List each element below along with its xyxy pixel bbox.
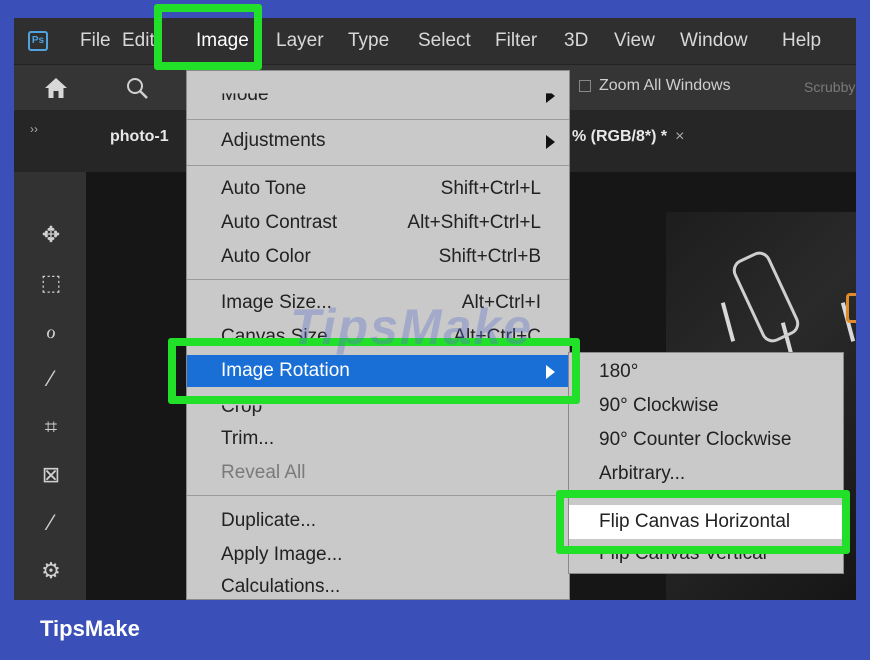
menu-window[interactable]: Window xyxy=(680,18,748,64)
zoom-all-windows-checkbox[interactable]: Zoom All Windows xyxy=(579,77,731,95)
home-icon[interactable] xyxy=(44,77,68,99)
scrubby-zoom-checkbox[interactable]: Scrubby xyxy=(804,79,855,95)
menu-edit[interactable]: Edit xyxy=(122,18,156,64)
menu-item-reveal-all-label: Reveal All xyxy=(221,462,306,483)
shortcut-auto-tone: Shift+Ctrl+L xyxy=(440,178,541,199)
submenu-item-180[interactable]: 180° xyxy=(569,355,843,389)
submenu-item-arbitrary[interactable]: Arbitrary... xyxy=(569,457,843,491)
menu-divider xyxy=(187,119,569,120)
menu-item-apply-image[interactable]: Apply Image... xyxy=(187,539,569,571)
submenu-arrow-icon xyxy=(546,135,555,149)
watermark-text: TipsMake xyxy=(290,299,533,355)
menu-item-auto-contrast-label: Auto Contrast xyxy=(221,212,338,233)
menu-item-trim[interactable]: Trim... xyxy=(187,423,569,455)
footer-brand-label: TipsMake xyxy=(40,616,140,641)
menu-item-calculations[interactable]: Calculations... xyxy=(187,571,569,599)
menu-divider xyxy=(187,279,569,280)
photo-car-orange xyxy=(846,293,856,323)
menu-divider xyxy=(187,495,569,496)
checkbox-icon xyxy=(579,80,591,92)
menu-type[interactable]: Type xyxy=(348,18,389,64)
menu-filter[interactable]: Filter xyxy=(495,18,537,64)
submenu-item-90-clockwise[interactable]: 90° Clockwise xyxy=(569,389,843,423)
tab-close-icon[interactable]: × xyxy=(675,128,684,145)
menu-item-mode-label: Mode xyxy=(221,84,269,105)
shortcut-auto-color: Shift+Ctrl+B xyxy=(438,246,541,267)
menu-divider xyxy=(187,165,569,166)
shortcut-auto-contrast: Alt+Shift+Ctrl+L xyxy=(407,212,541,233)
tab-document-2[interactable]: % (RGB/8*) * × xyxy=(572,128,684,146)
menu-item-calculations-label: Calculations... xyxy=(221,576,341,597)
menu-item-duplicate[interactable]: Duplicate... xyxy=(187,505,569,537)
menu-select[interactable]: Select xyxy=(418,18,471,64)
lasso-tool-icon[interactable]: ℴ xyxy=(36,316,66,346)
frame-tool-icon[interactable]: ⊠ xyxy=(36,460,66,490)
spot-healing-tool-icon[interactable]: ⚙ xyxy=(36,556,66,586)
menu-item-adjustments[interactable]: Adjustments xyxy=(187,125,569,157)
image-menu-highlight-box xyxy=(154,4,262,70)
submenu-item-90-counter-clockwise[interactable]: 90° Counter Clockwise xyxy=(569,423,843,457)
zoom-all-windows-label: Zoom All Windows xyxy=(599,77,731,94)
menu-3d[interactable]: 3D xyxy=(564,18,588,64)
menu-layer[interactable]: Layer xyxy=(276,18,324,64)
menu-item-auto-tone-label: Auto Tone xyxy=(221,178,307,199)
tab-document-1[interactable]: photo-1 xyxy=(110,128,169,146)
menu-item-mode[interactable]: Mode xyxy=(187,84,569,111)
eyedropper-tool-icon[interactable]: ⁄ xyxy=(36,508,66,538)
menu-item-auto-tone[interactable]: Auto Tone Shift+Ctrl+L xyxy=(187,173,569,205)
crop-tool-icon[interactable]: ⌗ xyxy=(36,412,66,442)
menu-item-auto-color-label: Auto Color xyxy=(221,246,311,267)
tools-panel: ✥ ⬚ ℴ ⁄ ⌗ ⊠ ⁄ ⚙ xyxy=(14,172,86,600)
menu-item-duplicate-label: Duplicate... xyxy=(221,510,317,531)
menu-item-apply-image-label: Apply Image... xyxy=(221,544,343,565)
menu-file[interactable]: File xyxy=(80,18,111,64)
menu-help[interactable]: Help xyxy=(782,18,821,64)
photoshop-logo-icon: Ps xyxy=(28,31,48,51)
menu-item-auto-color[interactable]: Auto Color Shift+Ctrl+B xyxy=(187,241,569,273)
menu-item-auto-contrast[interactable]: Auto Contrast Alt+Shift+Ctrl+L xyxy=(187,207,569,239)
menu-item-trim-label: Trim... xyxy=(221,428,275,449)
flip-horizontal-highlight-box xyxy=(556,490,850,554)
move-tool-icon[interactable]: ✥ xyxy=(36,220,66,250)
menu-item-reveal-all: Reveal All xyxy=(187,457,569,489)
magic-wand-tool-icon[interactable]: ⁄ xyxy=(36,364,66,394)
footer-bar: TipsMake xyxy=(0,600,870,660)
zoom-tool-icon[interactable] xyxy=(124,75,150,101)
tab-document-2-label: % (RGB/8*) * xyxy=(572,128,668,145)
menu-bar: Ps File Edit Image Layer Type Select Fil… xyxy=(14,18,856,64)
panel-expand-icon[interactable]: ›› xyxy=(30,122,38,136)
menu-item-adjustments-label: Adjustments xyxy=(221,130,326,151)
menu-view[interactable]: View xyxy=(614,18,655,64)
submenu-arrow-icon xyxy=(546,93,555,103)
marquee-tool-icon[interactable]: ⬚ xyxy=(36,268,66,298)
